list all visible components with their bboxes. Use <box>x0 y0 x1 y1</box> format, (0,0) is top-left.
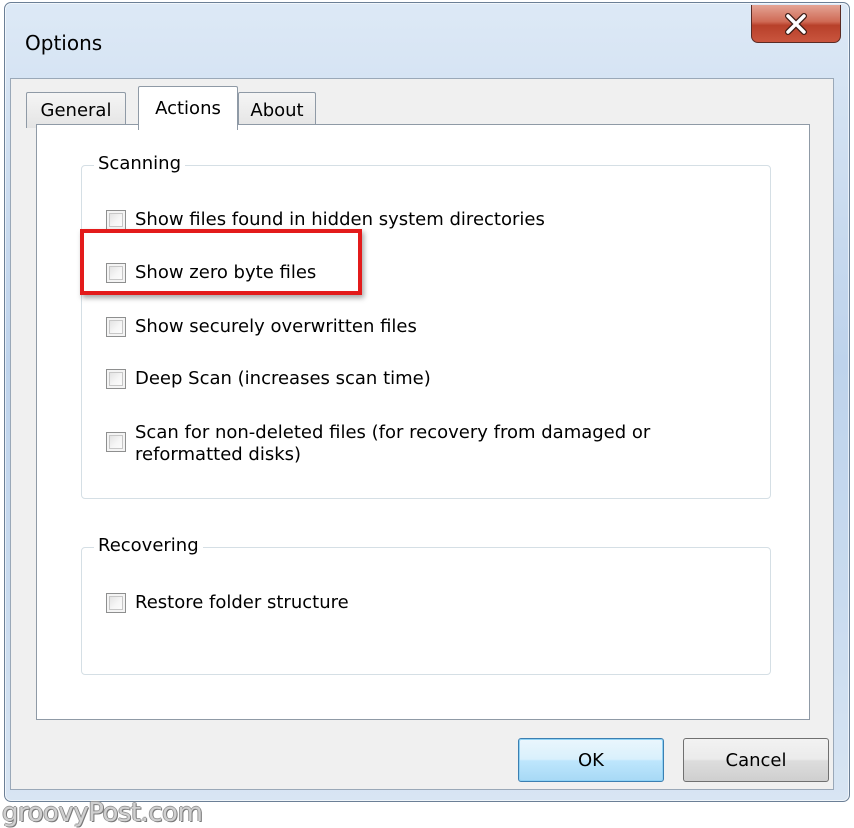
checkbox-deep-scan[interactable] <box>106 369 126 389</box>
option-deep-scan[interactable]: Deep Scan (increases scan time) <box>106 368 431 390</box>
scanning-group-label: Scanning <box>94 153 186 174</box>
checkbox-show-securely-overwritten[interactable] <box>106 317 126 337</box>
dialog-title: Options <box>25 31 103 55</box>
watermark-text: groovyPost.com <box>2 798 203 828</box>
option-scan-non-deleted[interactable]: Scan for non-deleted files (for recovery… <box>106 422 706 466</box>
option-label: Show zero byte files <box>135 262 317 283</box>
ok-button[interactable]: OK <box>518 738 664 782</box>
option-show-hidden-system[interactable]: Show files found in hidden system direct… <box>106 209 545 231</box>
option-label: Show files found in hidden system direct… <box>135 209 545 230</box>
tab-general[interactable]: General <box>26 92 126 128</box>
option-show-securely-overwritten[interactable]: Show securely overwritten files <box>106 316 417 338</box>
option-label: Restore folder structure <box>135 592 349 613</box>
option-label: Deep Scan (increases scan time) <box>135 368 431 389</box>
tab-about[interactable]: About <box>238 92 316 128</box>
option-show-zero-byte[interactable]: Show zero byte files <box>106 262 316 284</box>
option-restore-folder-structure[interactable]: Restore folder structure <box>106 592 349 614</box>
tab-actions[interactable]: Actions <box>138 86 238 130</box>
recovering-group: Recovering Restore folder structure <box>81 535 771 675</box>
checkbox-show-zero-byte[interactable] <box>106 263 126 283</box>
scanning-group: Scanning Show files found in hidden syst… <box>81 153 771 499</box>
checkbox-restore-folder-structure[interactable] <box>106 593 126 613</box>
option-label: Scan for non-deleted files (for recovery… <box>135 422 651 465</box>
cancel-button[interactable]: Cancel <box>683 738 829 782</box>
option-label: Show securely overwritten files <box>135 316 417 337</box>
close-button[interactable] <box>751 5 841 43</box>
recovering-group-label: Recovering <box>94 535 203 556</box>
checkbox-show-hidden-system[interactable] <box>106 210 126 230</box>
actions-tab-panel: Scanning Show files found in hidden syst… <box>36 124 810 720</box>
checkbox-scan-non-deleted[interactable] <box>106 432 126 452</box>
close-icon <box>785 12 807 35</box>
